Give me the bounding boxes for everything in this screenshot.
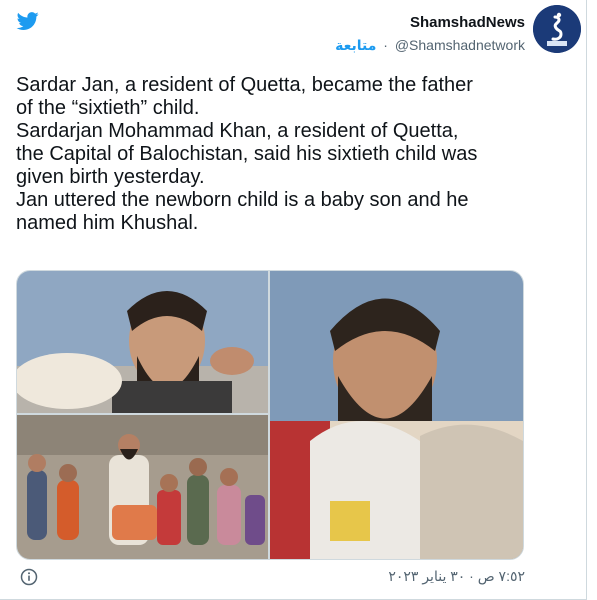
follow-button[interactable]: متابعة xyxy=(335,37,376,53)
author-meta: متابعة · @Shamshadnetwork xyxy=(335,37,525,54)
photo-man-holding-baby[interactable] xyxy=(17,271,268,413)
tweet-line: named him Khushal. xyxy=(16,212,199,234)
tweet-text: Sardar Jan, a resident of Quetta, became… xyxy=(16,74,556,235)
tweet-line: given birth yesterday. xyxy=(16,166,205,188)
tweet-line: of the “sixtieth” child. xyxy=(16,97,200,119)
photo-man-closeup-baby[interactable] xyxy=(270,271,523,559)
tweet-line: Jan uttered the newborn child is a baby … xyxy=(16,189,469,211)
twitter-bird-icon[interactable] xyxy=(16,10,40,32)
card-right-border xyxy=(586,0,587,600)
tweet-line: Sardar Jan, a resident of Quetta, became… xyxy=(16,74,473,96)
avatar[interactable] xyxy=(533,5,581,53)
tweet-media-grid[interactable] xyxy=(16,270,524,560)
info-icon[interactable] xyxy=(20,568,38,586)
author-name[interactable]: ShamshadNews xyxy=(335,14,525,31)
photo-family-children[interactable] xyxy=(17,415,268,559)
tweet-timestamp[interactable]: ٧:٥٢ ص · ٣٠ يناير ٢٠٢٣ xyxy=(388,568,525,585)
author-handle[interactable]: @Shamshadnetwork xyxy=(395,37,525,53)
tweet-line: Sardarjan Mohammad Khan, a resident of Q… xyxy=(16,120,459,142)
avatar-logo-image xyxy=(533,5,581,53)
separator-dot: · xyxy=(383,37,388,53)
tweet-line: the Capital of Balochistan, said his six… xyxy=(16,143,478,165)
author-block: ShamshadNews متابعة · @Shamshadnetwork xyxy=(335,14,525,54)
